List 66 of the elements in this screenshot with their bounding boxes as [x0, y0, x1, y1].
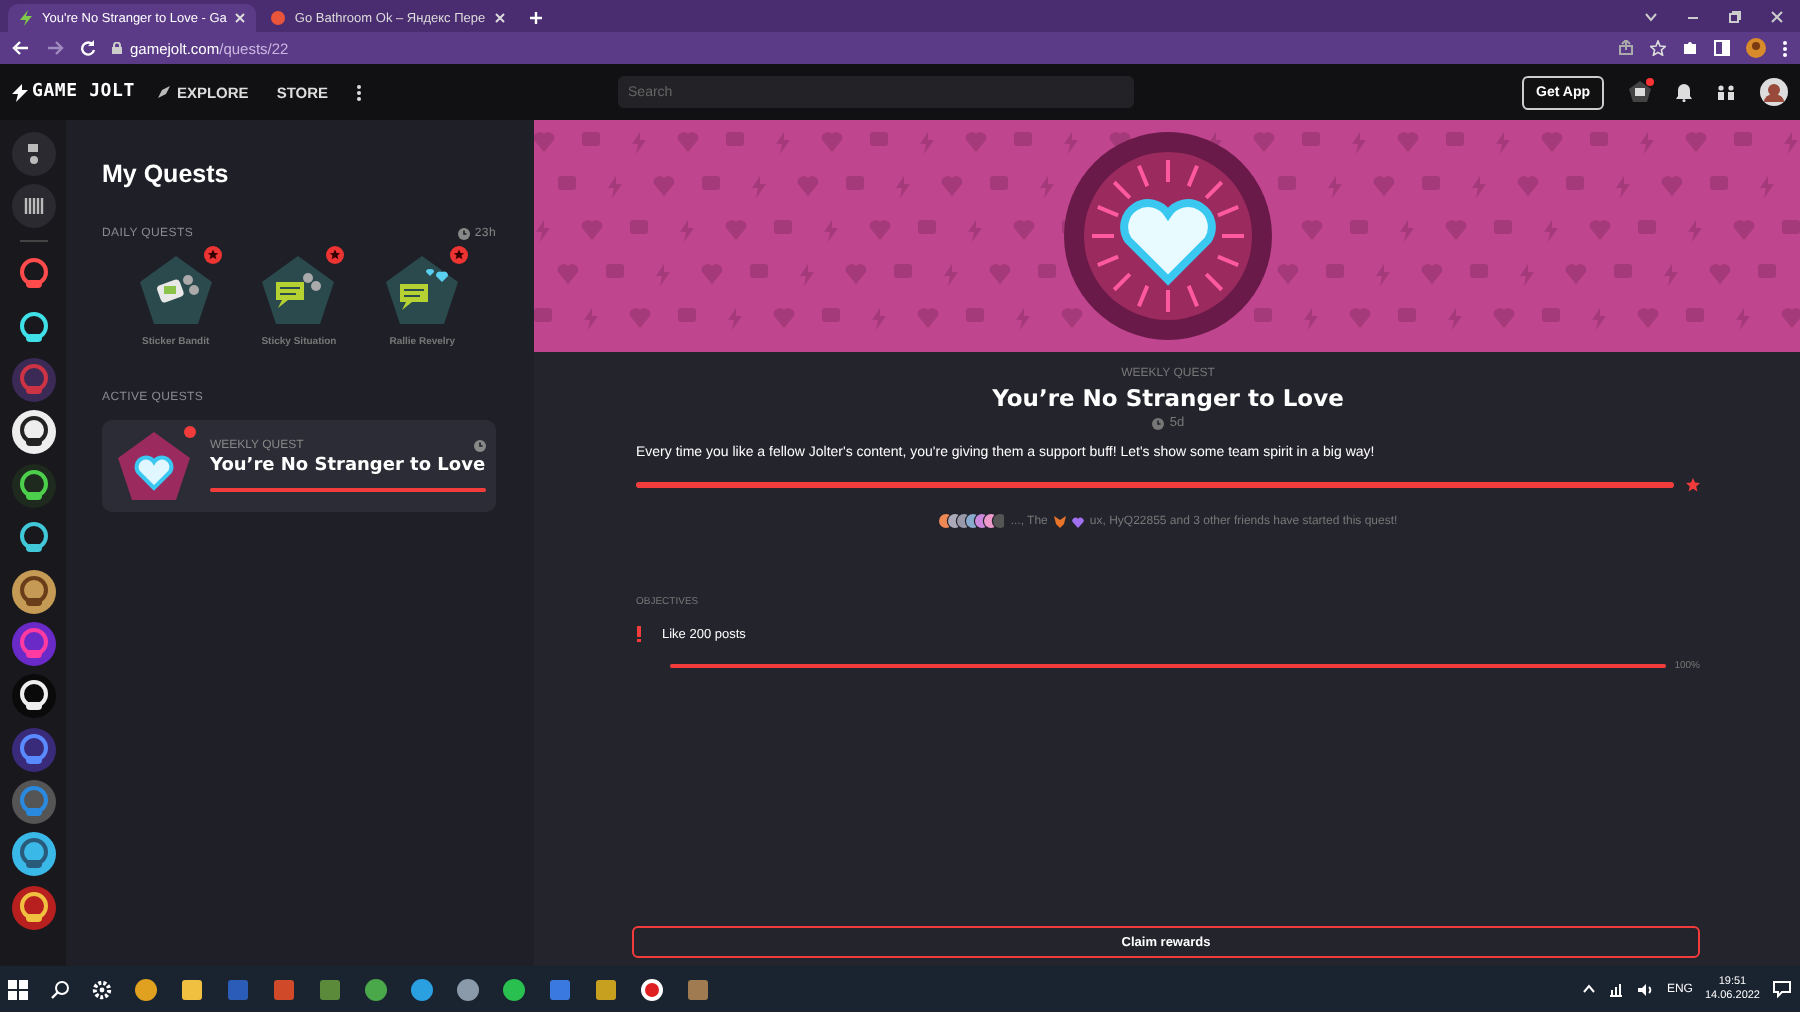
- help-icon[interactable]: [11, 132, 55, 176]
- reload-icon[interactable]: [80, 40, 96, 56]
- app-icon[interactable]: [686, 977, 710, 1001]
- close-icon[interactable]: [493, 12, 506, 24]
- community-icon[interactable]: [11, 569, 55, 614]
- library-icon[interactable]: [11, 184, 55, 229]
- back-icon[interactable]: [12, 40, 30, 56]
- quest-icon: [382, 252, 463, 328]
- profile-avatar-icon[interactable]: [1746, 38, 1766, 58]
- quest-icon: [135, 252, 216, 328]
- app-icon[interactable]: [134, 977, 158, 1001]
- site-logo[interactable]: GAME JOLT: [32, 82, 135, 102]
- app-icon[interactable]: [594, 977, 618, 1001]
- exclamation-icon: [636, 626, 642, 642]
- fox-icon: [1053, 515, 1066, 527]
- search-icon[interactable]: [50, 979, 70, 999]
- quest-title: You’re No Stranger to Love: [992, 384, 1344, 412]
- sidebar-title: My Quests: [102, 160, 231, 188]
- restore-icon[interactable]: [1728, 9, 1742, 23]
- more-icon[interactable]: [1782, 39, 1788, 57]
- community-icon[interactable]: [11, 885, 55, 930]
- quest-title: You’re No Stranger to Love: [210, 456, 486, 476]
- lock-icon: [112, 42, 122, 54]
- gear-icon[interactable]: [92, 979, 112, 999]
- quest-icon: [114, 428, 194, 504]
- app-icon[interactable]: [180, 977, 204, 1001]
- quest-button[interactable]: [1628, 80, 1652, 104]
- share-icon[interactable]: [1618, 40, 1634, 56]
- app-icon[interactable]: [502, 977, 526, 1001]
- clock-icon: [473, 440, 486, 452]
- windows-start-icon[interactable]: [8, 979, 28, 999]
- quest-icon: [258, 252, 339, 328]
- app-icon[interactable]: [548, 977, 572, 1001]
- clock-icon: [1151, 417, 1164, 429]
- close-icon[interactable]: [1770, 9, 1784, 23]
- app-icon[interactable]: [456, 977, 480, 1001]
- friends-icon[interactable]: [1716, 84, 1736, 100]
- clock-icon: [458, 228, 471, 240]
- app-icon[interactable]: [318, 977, 342, 1001]
- app-icon[interactable]: [364, 977, 388, 1001]
- forward-icon[interactable]: [46, 40, 64, 56]
- star-icon: [1686, 478, 1700, 492]
- star-icon[interactable]: [1650, 40, 1666, 56]
- lightning-logo-icon: [12, 83, 28, 101]
- community-icon[interactable]: [11, 832, 55, 877]
- notification-icon[interactable]: [1772, 980, 1792, 998]
- friend-avatars-icon[interactable]: [938, 512, 1005, 530]
- heart-icon: [1071, 515, 1084, 527]
- network-icon[interactable]: [1608, 981, 1625, 997]
- community-icon[interactable]: [11, 463, 55, 508]
- lightning-icon: [18, 10, 34, 26]
- side-panel-icon[interactable]: [1714, 40, 1730, 56]
- chevron-up-icon[interactable]: [1582, 984, 1597, 994]
- new-tab-icon[interactable]: [527, 10, 544, 26]
- user-avatar-icon[interactable]: [1760, 78, 1788, 106]
- app-icon[interactable]: [410, 977, 434, 1001]
- community-icon[interactable]: [11, 674, 55, 719]
- chevron-down-icon[interactable]: [1644, 11, 1658, 21]
- volume-icon[interactable]: [1636, 981, 1655, 997]
- more-icon[interactable]: [356, 83, 363, 101]
- flame-icon: [270, 10, 287, 26]
- quest-icon: [1628, 80, 1652, 104]
- record-icon[interactable]: [640, 977, 664, 1001]
- close-icon[interactable]: [234, 12, 247, 24]
- bell-icon[interactable]: [1676, 83, 1692, 101]
- community-icon[interactable]: [11, 410, 55, 455]
